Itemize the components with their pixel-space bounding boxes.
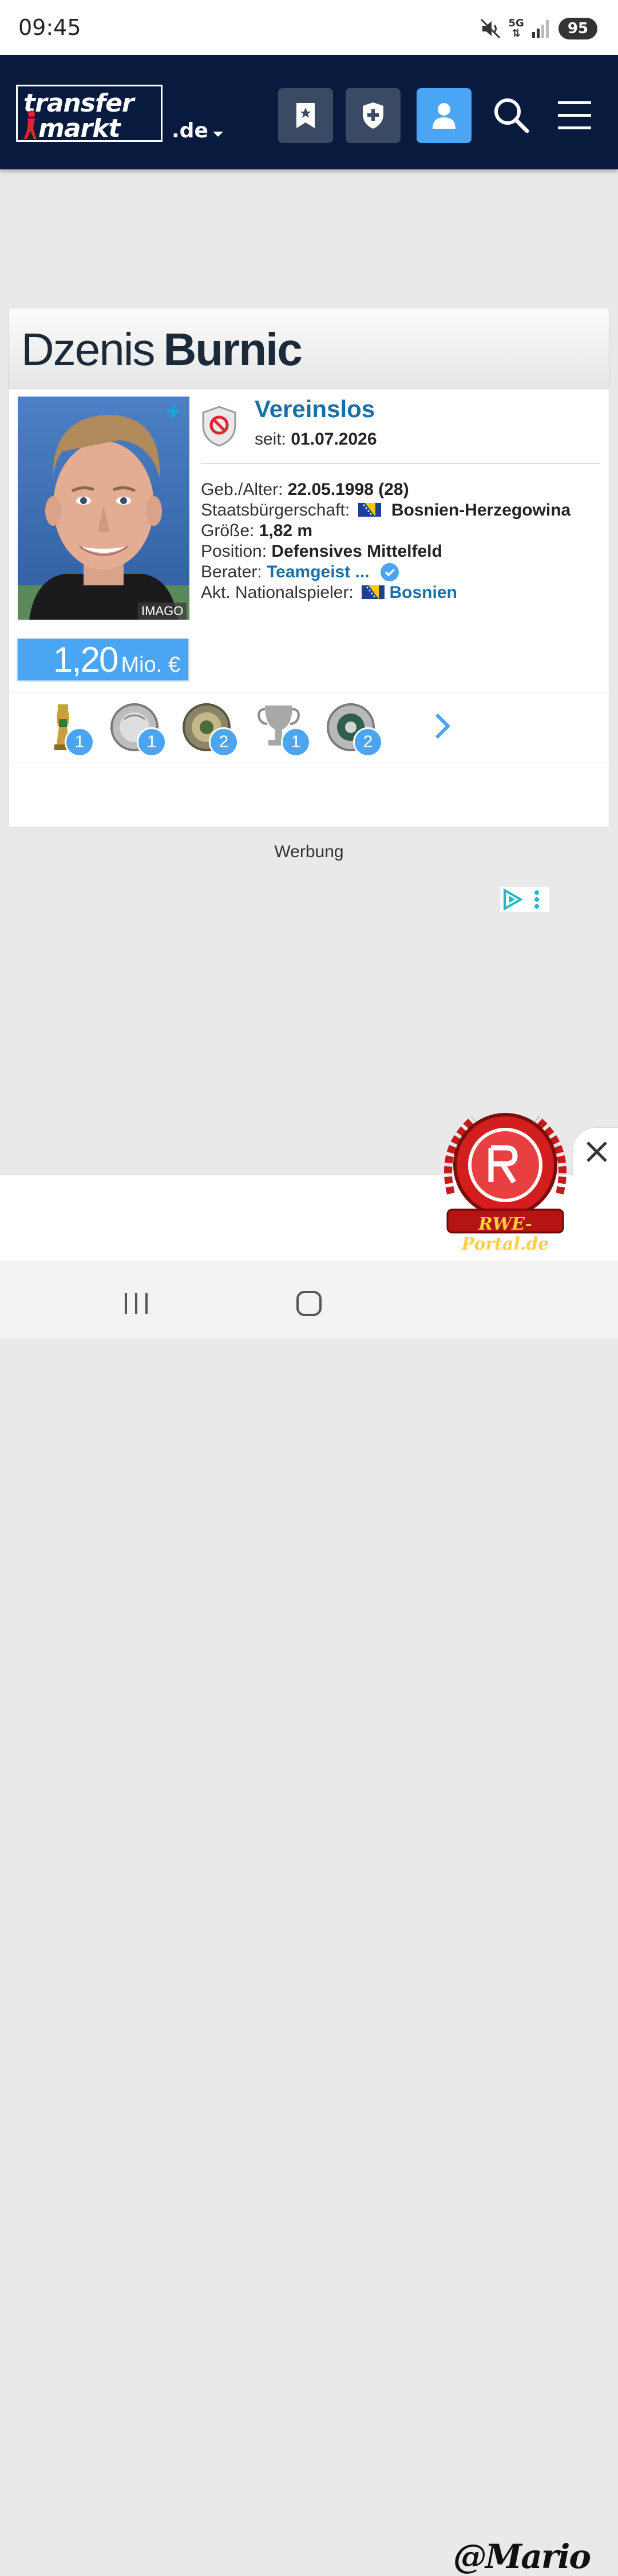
award-count-badge: 1 [65, 727, 94, 757]
menu-button[interactable] [547, 88, 602, 143]
mute-icon [480, 18, 500, 39]
info-height: Größe: 1,82 m [201, 521, 312, 541]
close-ad-button[interactable] [572, 1127, 618, 1176]
award-cup-silver[interactable]: 1 [250, 702, 311, 757]
divider [201, 463, 600, 464]
chevron-down-icon[interactable] [213, 132, 223, 137]
close-icon [587, 1142, 607, 1162]
network-indicator: 5G ⇅ [508, 17, 524, 39]
award-count-badge: 2 [353, 727, 383, 757]
signal-icon [532, 20, 549, 38]
market-value-unit: Mio. € [121, 653, 180, 677]
award-count-badge: 1 [137, 727, 167, 757]
info-label: Berater: [201, 562, 262, 581]
market-value-box[interactable]: 1,20 Mio. € [17, 638, 189, 681]
logo-player-icon [24, 110, 37, 139]
info-citizenship: Staatsbürgerschaft: Bosnien-Herzegowina [201, 501, 571, 520]
no-club-icon [202, 406, 236, 447]
info-value: Bosnien-Herzegowina [391, 501, 571, 520]
home-icon[interactable] [292, 1286, 326, 1321]
market-value: 1,20 [53, 640, 119, 680]
transfermarkt-logo[interactable]: transfer markt [16, 85, 163, 143]
photo-credit: IMAGO [138, 603, 187, 620]
info-birth-age: Geb./Alter: 22.05.1998 (28) [201, 480, 409, 500]
club-since: seit: 01.07.2026 [255, 430, 377, 449]
info-label: Geb./Alter: [201, 480, 283, 499]
bookmark-star-icon [296, 103, 315, 128]
battery-indicator: 95 [558, 18, 597, 39]
award-count-badge: 2 [209, 727, 239, 757]
award-plate-silver[interactable]: 1 [106, 702, 167, 757]
data-arrows-icon: ⇅ [512, 27, 521, 39]
top-navbar: transfer markt .de [0, 55, 618, 169]
system-navigation-bar: @Mario [0, 1261, 618, 2576]
search-icon [494, 98, 529, 133]
player-first-name: Dzenis [21, 324, 156, 375]
info-label: Position: [201, 542, 267, 561]
since-date: 01.07.2026 [291, 430, 377, 449]
player-header-card: Dzenis Burnic + IMAGO 1,20 Mio. € Verein… [8, 308, 610, 827]
watermark-text: RWE-Portal.de [461, 1214, 549, 1254]
since-label: seit: [255, 430, 287, 449]
user-icon [433, 103, 455, 129]
player-photo[interactable] [18, 397, 189, 620]
bosnia-flag-icon [358, 503, 381, 517]
info-position: Position: Defensives Mittelfeld [201, 542, 442, 561]
shield-plus-icon [363, 102, 383, 129]
national-team-link[interactable]: Bosnien [389, 583, 457, 602]
award-count-badge: 1 [281, 727, 311, 757]
status-time: 09:45 [18, 15, 81, 40]
chevron-right-icon[interactable] [425, 709, 459, 743]
adchoices-badge[interactable] [500, 887, 549, 912]
info-label: Größe: [201, 521, 255, 540]
bosnia-flag-icon [362, 585, 385, 599]
status-icons: 5G ⇅ 95 [479, 16, 597, 41]
verified-check-icon [380, 563, 399, 581]
info-agent: Berater: Teamgeist ... [201, 562, 399, 582]
info-value: Defensives Mittelfeld [271, 542, 442, 561]
ad-label: Werbung [274, 842, 344, 861]
search-button[interactable] [484, 88, 539, 143]
info-label: Staatsbürgerschaft: [201, 501, 350, 520]
info-label: Akt. Nationalspieler: [201, 583, 354, 602]
signature-watermark: @Mario [453, 2537, 591, 2576]
domain-selector[interactable]: .de [172, 119, 208, 142]
award-dfb-pokal[interactable]: 1 [34, 702, 94, 757]
recent-apps-icon[interactable] [119, 1286, 153, 1321]
photo-gallery-plus-icon[interactable]: + [167, 398, 181, 425]
award-plate-bronze[interactable]: 2 [178, 702, 239, 757]
user-account-button[interactable] [417, 88, 472, 143]
info-value: 22.05.1998 (28) [287, 480, 409, 499]
menu-icon [558, 101, 591, 129]
player-portrait-image [18, 397, 189, 620]
player-name: Dzenis Burnic [21, 323, 303, 376]
logo-text-markt: markt [38, 114, 121, 143]
watchlist-button[interactable] [278, 88, 333, 143]
player-name-header: Dzenis Burnic [9, 308, 609, 389]
status-bar: 09:45 5G ⇅ 95 [0, 0, 618, 55]
info-value: 1,82 m [259, 521, 313, 540]
agent-link[interactable]: Teamgeist ... [267, 562, 370, 581]
my-club-button[interactable] [346, 88, 401, 143]
top-ad-space [0, 169, 618, 307]
club-link[interactable]: Vereinslos [255, 395, 375, 423]
adchoices-icon [504, 888, 539, 911]
info-national-player: Akt. Nationalspieler: Bosnien [201, 583, 457, 603]
award-medal-plate[interactable]: 2 [322, 702, 383, 757]
player-last-name: Burnic [163, 324, 303, 375]
